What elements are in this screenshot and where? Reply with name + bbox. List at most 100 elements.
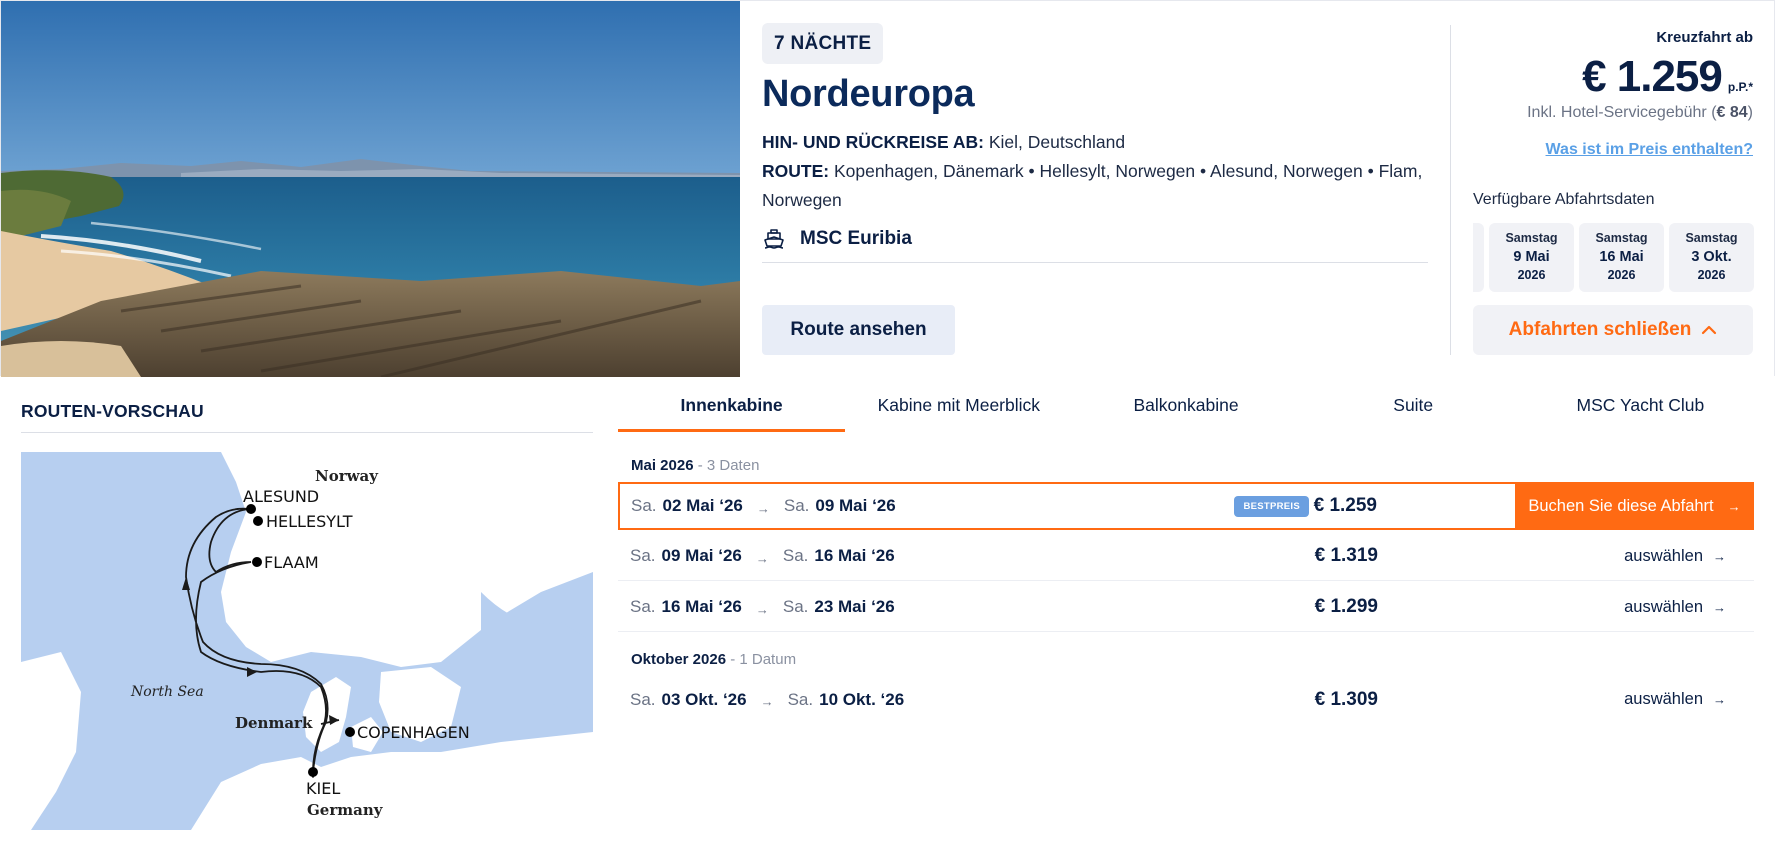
select-label: auswählen — [1624, 597, 1703, 616]
service-fee: Inkl. Hotel-Servicegebühr (€ 84) — [1527, 104, 1753, 122]
departure-date: 02 Mai ‘26 — [662, 496, 743, 515]
arrow-right-icon: → — [1713, 599, 1726, 615]
price-main: € 1.259 p.P.* — [1527, 52, 1753, 102]
best-price-badge: BESTPREIS — [1234, 495, 1309, 517]
roundtrip-label: HIN- UND RÜCKREISE AB: — [762, 132, 984, 152]
sailing-row[interactable]: Sa. 09 Mai ‘26 → Sa. 16 Mai ‘26 € 1.319 au… — [618, 532, 1754, 581]
map-label-alesund: ALESUND — [243, 487, 319, 506]
month-divider — [618, 659, 1754, 660]
cruise-title: Nordeuropa — [762, 73, 975, 115]
ship-row: MSC Euribia — [762, 227, 1427, 251]
route-row: ROUTE: Kopenhagen, Dänemark • Hellesylt,… — [762, 157, 1427, 215]
sailing-dates: Sa. 16 Mai ‘26 → Sa. 23 Mai ‘26 — [630, 597, 895, 617]
date-weekday: Samstag — [1595, 231, 1648, 245]
route-preview-title: ROUTEN-VORSCHAU — [21, 401, 204, 421]
tab-yacht-club[interactable]: MSC Yacht Club — [1527, 386, 1754, 432]
arrow-right-icon: → — [1713, 548, 1726, 564]
sailing-price: € 1.299 — [1314, 596, 1378, 617]
departure-date: 09 Mai ‘26 — [661, 546, 742, 565]
tab-balcony-cabin[interactable]: Balkonkabine — [1072, 386, 1299, 432]
departure-weekday: Sa. — [630, 546, 656, 565]
sailing-row[interactable]: Sa. 16 Mai ‘26 → Sa. 23 Mai ‘26 € 1.299 au… — [618, 583, 1754, 632]
date-year: 2026 — [1697, 268, 1726, 282]
select-sailing-link[interactable]: auswählen → — [1624, 598, 1726, 617]
return-weekday: Sa. — [783, 496, 810, 515]
month-count: - 3 Daten — [693, 457, 760, 474]
sailing-price: € 1.259 — [1313, 495, 1377, 516]
arrow-right-icon: → — [1713, 692, 1726, 707]
roundtrip-row: HIN- UND RÜCKREISE AB: Kiel, Deutschland — [762, 128, 1427, 157]
date-year: 2026 — [1607, 268, 1636, 282]
available-dates-label: Verfügbare Abfahrtsdaten — [1473, 191, 1655, 208]
date-card[interactable]: Samstag 16 Mai 2026 — [1579, 223, 1664, 292]
sailing-dates: Sa. 03 Okt. ‘26 → Sa. 10 Okt. ‘26 — [630, 690, 904, 710]
date-card[interactable]: Samstag 9 Mai 2026 — [1489, 223, 1574, 292]
cruise-info: 7 NÄCHTE Nordeuropa HIN- UND RÜCKREISE A… — [762, 23, 1427, 251]
route-map[interactable]: Norway North Sea Denmark Germany ALESUND… — [21, 452, 593, 830]
close-departures-button[interactable]: Abfahrten schließen — [1473, 305, 1753, 355]
book-departure-label: Buchen Sie diese Abfahrt — [1528, 496, 1714, 515]
ship-icon — [764, 229, 784, 249]
date-card-partial[interactable] — [1473, 223, 1484, 292]
departure-weekday: Sa. — [630, 597, 656, 616]
sailing-price: € 1.319 — [1314, 545, 1378, 566]
return-date: 23 Mai ‘26 — [814, 597, 895, 616]
departure-date: 03 Okt. ‘26 — [661, 689, 747, 709]
arrow-right-icon: → — [755, 550, 769, 566]
select-sailing-link[interactable]: auswählen → — [1624, 547, 1726, 566]
fee-value: € 84 — [1716, 104, 1748, 121]
info-divider — [762, 262, 1428, 263]
return-weekday: Sa. — [787, 689, 814, 709]
nights-badge: 7 NÄCHTE — [762, 23, 884, 64]
sailing-dates: Sa. 09 Mai ‘26 → Sa. 16 Mai ‘26 — [630, 546, 895, 566]
map-label-flaam: FLAAM — [264, 553, 319, 572]
date-day: 3 Okt. — [1691, 249, 1732, 265]
fee-prefix: Inkl. Hotel-Servicegebühr ( — [1527, 104, 1717, 121]
sailing-row[interactable]: Sa. 03 Okt. ‘26 → Sa. 10 Okt. ‘26 € 1.309 … — [618, 675, 1754, 724]
arrow-right-icon: → — [760, 694, 774, 709]
date-year: 2026 — [1517, 268, 1546, 282]
book-departure-button[interactable]: Buchen Sie diese Abfahrt → — [1515, 482, 1754, 530]
route-value: Kopenhagen, Dänemark • Hellesylt, Norweg… — [762, 161, 1423, 210]
price-value: € 1.259 — [1582, 52, 1723, 101]
arrow-right-icon: → — [1727, 498, 1741, 514]
return-date: 16 Mai ‘26 — [814, 546, 895, 565]
sailing-row-selected[interactable]: Sa. 02 Mai ‘26 → Sa. 09 Mai ‘26 BESTPREIS … — [618, 482, 1754, 530]
select-sailing-link[interactable]: auswählen → — [1624, 690, 1726, 709]
sailing-price: € 1.309 — [1314, 688, 1378, 710]
date-day: 16 Mai — [1599, 249, 1644, 265]
cruise-card: 7 NÄCHTE Nordeuropa HIN- UND RÜCKREISE A… — [0, 0, 1775, 377]
price-box: Kreuzfahrt ab € 1.259 p.P.* Inkl. Hotel-S… — [1527, 29, 1753, 122]
tab-oceanview-cabin[interactable]: Kabine mit Meerblick — [845, 386, 1072, 432]
cabin-tabs: Innenkabine Kabine mit Meerblick Balkonk… — [618, 386, 1754, 432]
departure-weekday: Sa. — [631, 496, 657, 515]
roundtrip-value: Kiel, Deutschland — [988, 132, 1126, 152]
map-label-norway: Norway — [315, 467, 379, 485]
arrow-right-icon: → — [755, 601, 769, 617]
map-label-germany: Germany — [307, 801, 384, 819]
date-weekday: Samstag — [1505, 231, 1558, 245]
close-departures-label: Abfahrten schließen — [1508, 319, 1692, 340]
month-name: Mai 2026 — [631, 457, 694, 474]
route-preview-divider — [21, 432, 593, 433]
tab-suite[interactable]: Suite — [1300, 386, 1527, 432]
tab-inside-cabin[interactable]: Innenkabine — [618, 386, 846, 432]
date-day: 9 Mai — [1513, 249, 1550, 265]
arrow-right-icon: → — [756, 500, 770, 516]
select-label: auswählen — [1624, 546, 1703, 565]
hero-image — [1, 1, 740, 377]
per-person-label: p.P.* — [1727, 80, 1753, 94]
whats-included-link[interactable]: Was ist im Preis enthalten? — [1546, 141, 1753, 159]
fee-suffix: ) — [1747, 104, 1753, 121]
date-card[interactable]: Samstag 3 Okt. 2026 — [1669, 223, 1754, 292]
vertical-divider — [1450, 25, 1451, 355]
sailing-dates: Sa. 02 Mai ‘26 → Sa. 09 Mai ‘26 — [631, 496, 896, 516]
date-weekday: Samstag — [1685, 231, 1738, 245]
return-weekday: Sa. — [782, 597, 809, 616]
chevron-up-icon — [1702, 325, 1717, 335]
departure-date-strip[interactable]: Samstag 9 Mai 2026 Samstag 16 Mai 2026 S… — [1473, 223, 1755, 292]
map-label-denmark: Denmark — [235, 714, 313, 732]
return-date: 10 Okt. ‘26 — [819, 689, 905, 709]
view-route-button[interactable]: Route ansehen — [762, 305, 955, 355]
ship-name: MSC Euribia — [800, 228, 912, 249]
